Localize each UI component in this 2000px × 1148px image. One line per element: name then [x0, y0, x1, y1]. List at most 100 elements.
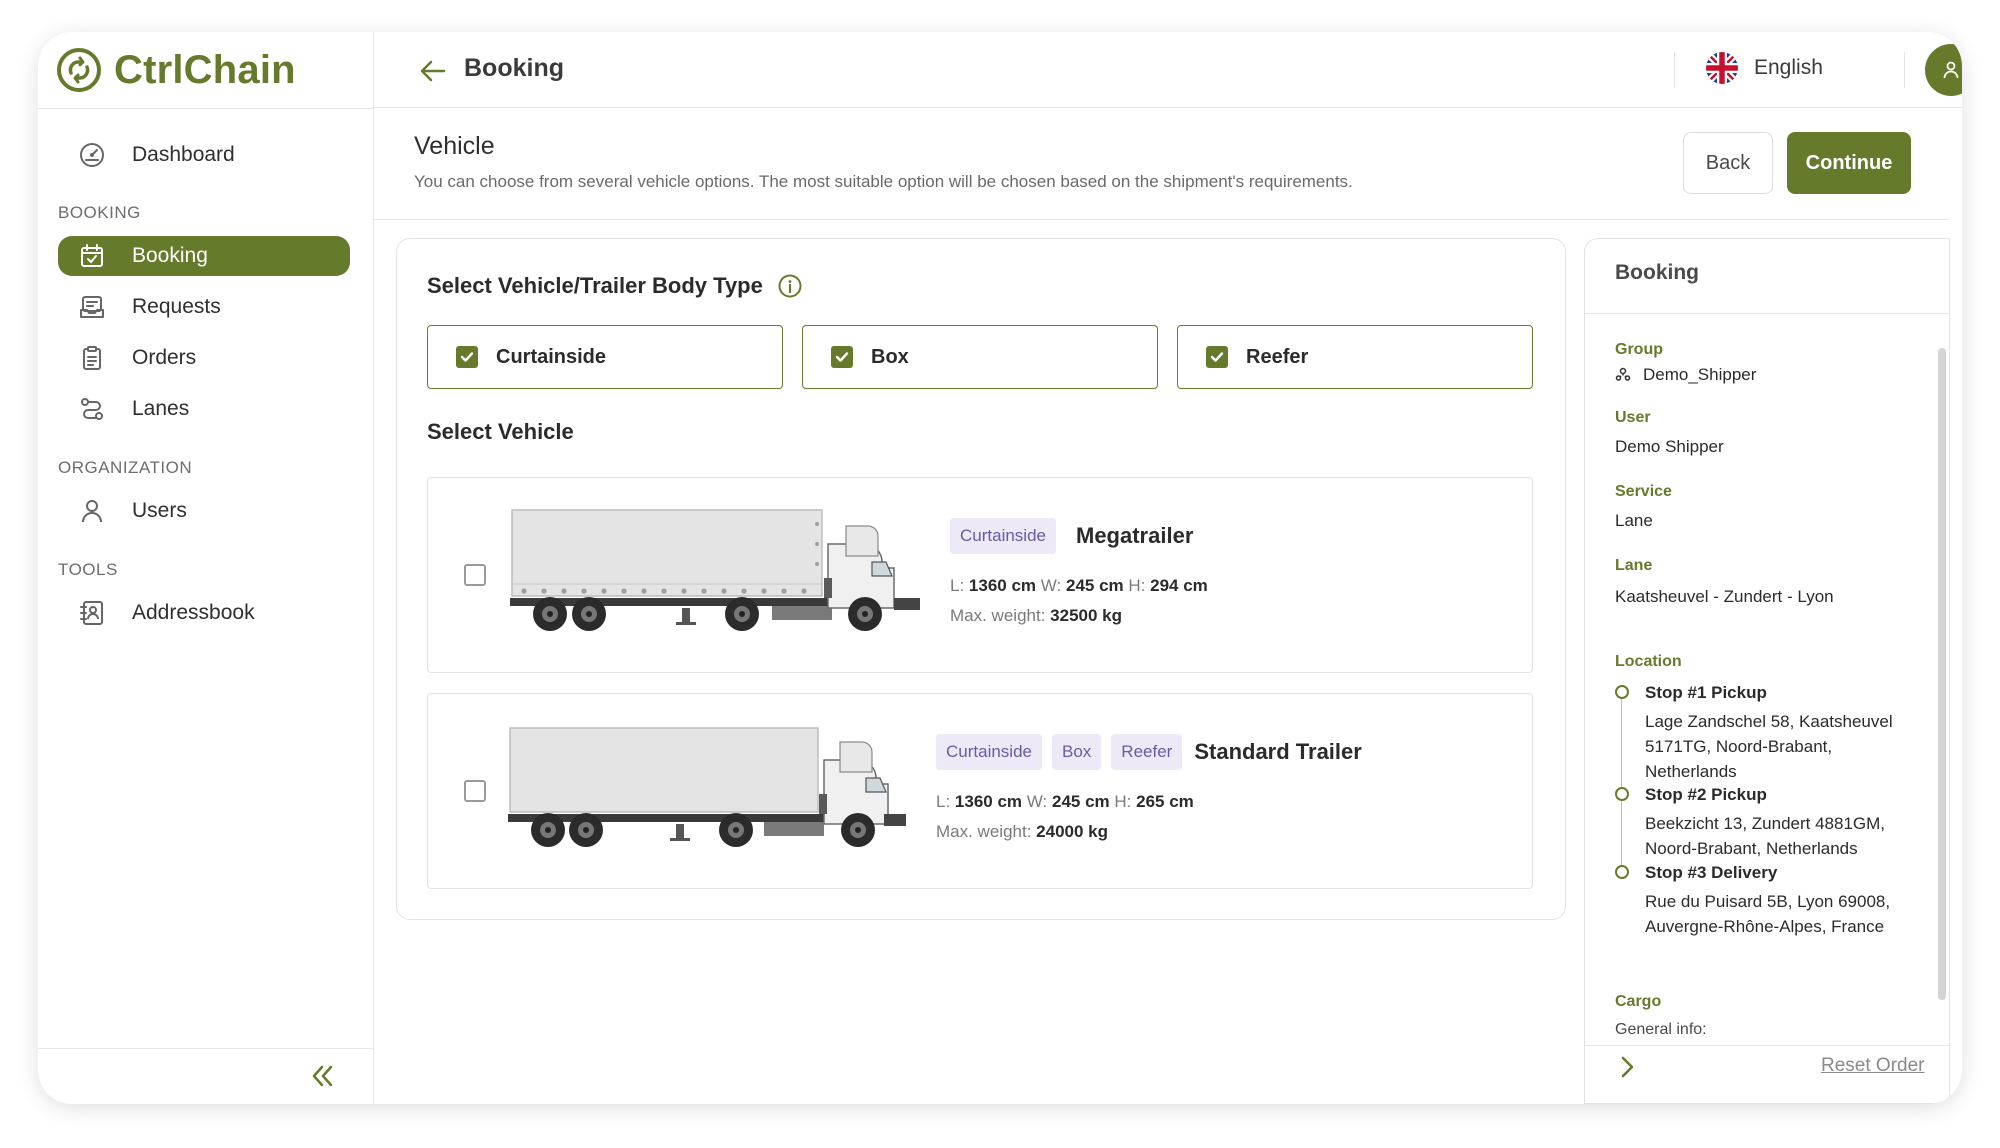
step-description: You can choose from several vehicle opti… — [414, 172, 1353, 191]
vehicle-name: Megatrailer — [1076, 523, 1194, 548]
checkmark-icon — [1210, 352, 1224, 362]
vehicle-max-weight: Max. weight: 32500 kg — [950, 606, 1208, 626]
info-icon[interactable] — [777, 273, 803, 299]
sidebar-item-users[interactable]: Users — [58, 491, 350, 531]
vehicle-option-standard-trailer[interactable]: Curtainside Box Reefer Standard Trailer … — [427, 693, 1533, 889]
stop-marker-icon — [1615, 787, 1629, 801]
sidebar-item-requests[interactable]: Requests — [58, 287, 350, 327]
user-avatar[interactable] — [1925, 44, 1962, 96]
sidebar-section-organization: ORGANIZATION — [58, 458, 193, 477]
body-type-label: Curtainside — [496, 345, 607, 368]
sidebar-item-booking[interactable]: Booking — [58, 236, 350, 276]
sidebar-item-label: Booking — [132, 244, 208, 267]
dashboard-gauge-icon — [80, 143, 104, 167]
checkbox-checked[interactable] — [1206, 346, 1228, 368]
vehicle-dimensions: L: 1360 cm W: 245 cm H: 265 cm — [936, 792, 1362, 812]
page-title: Booking — [464, 54, 564, 82]
weight-label: Max. weight: — [950, 606, 1046, 625]
group-label: Group — [1615, 341, 1663, 358]
body-type-title-text: Select Vehicle/Trailer Body Type — [427, 273, 763, 298]
vehicle-tag: Reefer — [1111, 734, 1183, 770]
vehicle-checkbox[interactable] — [464, 564, 486, 586]
group-name: Demo_Shipper — [1643, 365, 1757, 384]
back-button[interactable]: Back — [1683, 132, 1773, 194]
booking-summary-panel: Booking Group Demo_Shipper User Demo Shi… — [1584, 238, 1950, 1104]
sidebar-item-dashboard[interactable]: Dashboard — [58, 135, 350, 175]
dim-h-value: 265 cm — [1136, 792, 1194, 811]
stop-title: Stop #3 Delivery — [1645, 863, 1778, 882]
vehicle-option-megatrailer[interactable]: Curtainside Megatrailer L: 1360 cm W: 24… — [427, 477, 1533, 673]
service-label: Service — [1615, 483, 1672, 500]
checkbox-checked[interactable] — [456, 346, 478, 368]
language-label: English — [1754, 56, 1823, 79]
checkbox-checked[interactable] — [831, 346, 853, 368]
body-type-title: Select Vehicle/Trailer Body Type — [427, 273, 803, 299]
body-type-option-box[interactable]: Box — [802, 325, 1158, 389]
stop-title: Stop #2 Pickup — [1645, 785, 1767, 804]
lane-label: Lane — [1615, 557, 1653, 574]
user-icon — [82, 500, 102, 523]
sidebar-item-label: Orders — [132, 346, 197, 369]
weight-value: 24000 kg — [1036, 822, 1109, 841]
sidebar-item-label: Lanes — [132, 397, 190, 420]
checkmark-icon — [460, 352, 474, 362]
service-value: Lane — [1615, 511, 1653, 530]
dim-l-value: 1360 cm — [954, 792, 1023, 811]
header-separator — [1674, 52, 1675, 88]
header-separator — [1904, 52, 1905, 88]
sidebar-item-label: Users — [132, 499, 187, 522]
collapse-sidebar-button[interactable] — [304, 1058, 340, 1094]
vehicle-tag: Box — [1052, 734, 1102, 770]
select-vehicle-title: Select Vehicle — [427, 419, 574, 444]
dim-h-value: 294 cm — [1150, 576, 1208, 595]
weight-value: 32500 kg — [1050, 606, 1123, 625]
calendar-icon — [81, 244, 103, 267]
dim-l-value: 1360 cm — [968, 576, 1037, 595]
body-type-option-reefer[interactable]: Reefer — [1177, 325, 1533, 389]
dim-h-label: H: — [1128, 576, 1146, 595]
dim-l-label: L: — [936, 792, 951, 811]
brand-name: CtrlChain — [114, 47, 296, 92]
summary-title: Booking — [1615, 261, 1699, 284]
sidebar-item-orders[interactable]: Orders — [58, 338, 350, 378]
language-selector[interactable]: English — [1706, 52, 1823, 84]
vehicle-checkbox[interactable] — [464, 780, 486, 802]
brand-logo[interactable]: CtrlChain — [56, 46, 296, 94]
summary-scrollbar[interactable] — [1938, 348, 1946, 1000]
chevron-right-icon[interactable] — [1613, 1053, 1641, 1081]
dim-w-label: W: — [1026, 792, 1048, 811]
addressbook-icon — [80, 601, 103, 625]
ctrlchain-logo-icon — [57, 48, 101, 92]
standard-trailer-truck-image — [508, 727, 906, 847]
uk-flag-icon — [1706, 52, 1738, 84]
sidebar: CtrlChain Dashboard BOOKING Booking Requ… — [38, 32, 374, 1104]
cargo-label: Cargo — [1615, 993, 1662, 1010]
sidebar-item-addressbook[interactable]: Addressbook — [58, 593, 350, 633]
sidebar-section-booking: BOOKING — [58, 203, 141, 222]
inbox-icon — [80, 296, 104, 318]
group-icon — [1615, 367, 1631, 381]
location-label: Location — [1615, 653, 1682, 670]
top-header: Booking English — [374, 32, 1962, 108]
timeline-line — [1621, 801, 1622, 867]
user-value: Demo Shipper — [1615, 437, 1724, 456]
dim-w-value: 245 cm — [1065, 576, 1124, 595]
reset-order-link[interactable]: Reset Order — [1821, 1055, 1924, 1077]
vehicle-selection-card: Select Vehicle/Trailer Body Type Curtain… — [396, 238, 1566, 920]
stop-address: Rue du Puisard 5B, Lyon 69008, Auvergne-… — [1645, 892, 1891, 936]
dim-w-value: 245 cm — [1051, 792, 1110, 811]
weight-label: Max. weight: — [936, 822, 1032, 841]
group-value: Demo_Shipper — [1615, 365, 1756, 385]
sidebar-item-lanes[interactable]: Lanes — [58, 389, 350, 429]
back-arrow-icon[interactable] — [418, 56, 448, 86]
app-window: CtrlChain Dashboard BOOKING Booking Requ… — [38, 32, 1962, 1104]
step-title: Vehicle — [414, 132, 495, 160]
route-icon — [81, 398, 103, 420]
stop-address: Lage Zandschel 58, Kaatsheuvel 5171TG, N… — [1645, 712, 1893, 781]
sidebar-item-label: Addressbook — [132, 601, 255, 624]
dim-w-label: W: — [1040, 576, 1062, 595]
body-type-option-curtainside[interactable]: Curtainside — [427, 325, 783, 389]
user-label: User — [1615, 409, 1651, 426]
continue-button[interactable]: Continue — [1787, 132, 1911, 194]
body-type-label: Reefer — [1246, 345, 1309, 368]
